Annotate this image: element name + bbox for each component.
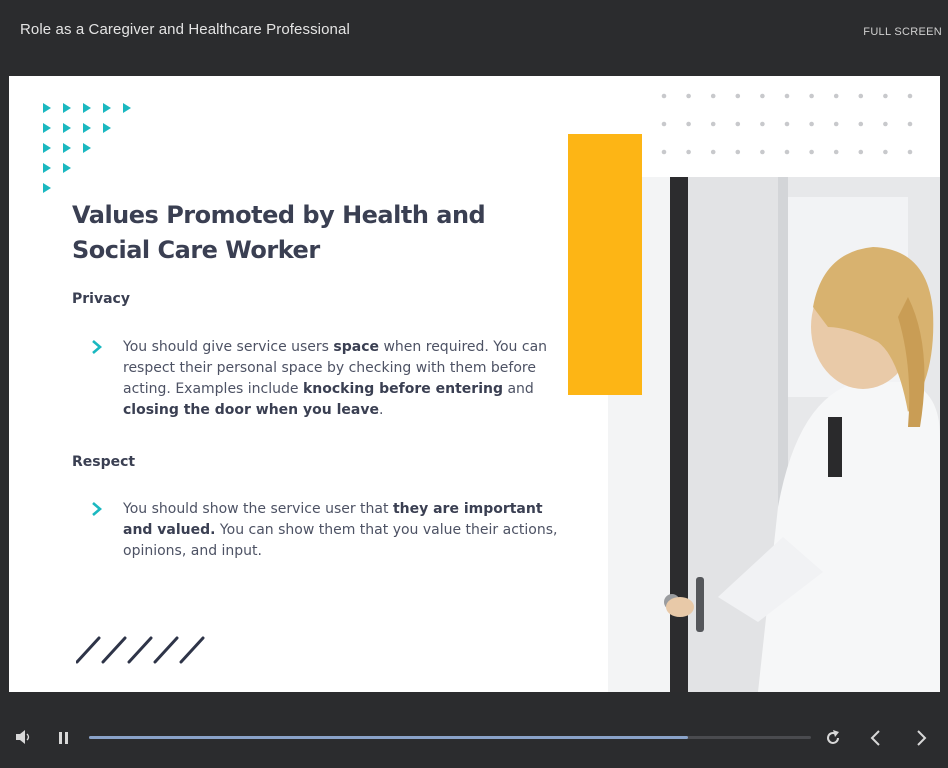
pause-icon[interactable] (57, 730, 71, 746)
nurse-opening-door-image (608, 177, 940, 692)
slide-heading: Values Promoted by Health and Social Car… (72, 201, 486, 264)
chevron-right-icon (92, 340, 102, 354)
replay-icon[interactable] (824, 729, 842, 747)
progress-fill (89, 736, 689, 739)
slash-pattern-decoration (76, 636, 205, 664)
top-bar: Role as a Caregiver and Healthcare Profe… (0, 0, 948, 76)
section-title-privacy: Privacy (72, 291, 130, 307)
course-title: Role as a Caregiver and Healthcare Profe… (20, 21, 350, 38)
volume-icon[interactable] (14, 729, 34, 745)
chevron-right-icon (92, 502, 102, 516)
progress-bar[interactable] (89, 736, 811, 739)
bullet-text: You should show the service user that th… (123, 501, 558, 559)
caregiver-photo (608, 177, 940, 692)
section-title-respect: Respect (72, 454, 136, 470)
previous-icon[interactable] (869, 729, 883, 747)
triangle-pattern-decoration (43, 103, 131, 193)
yellow-accent-bar (568, 134, 642, 395)
fullscreen-button[interactable]: FULL SCREEN (863, 26, 942, 38)
next-icon[interactable] (915, 729, 929, 747)
bullet-text: You should give service users space when… (123, 339, 548, 418)
player-controls (0, 692, 948, 768)
dot-grid-decoration (661, 93, 913, 155)
slide-canvas: Values Promoted by Health and Social Car… (9, 76, 940, 692)
